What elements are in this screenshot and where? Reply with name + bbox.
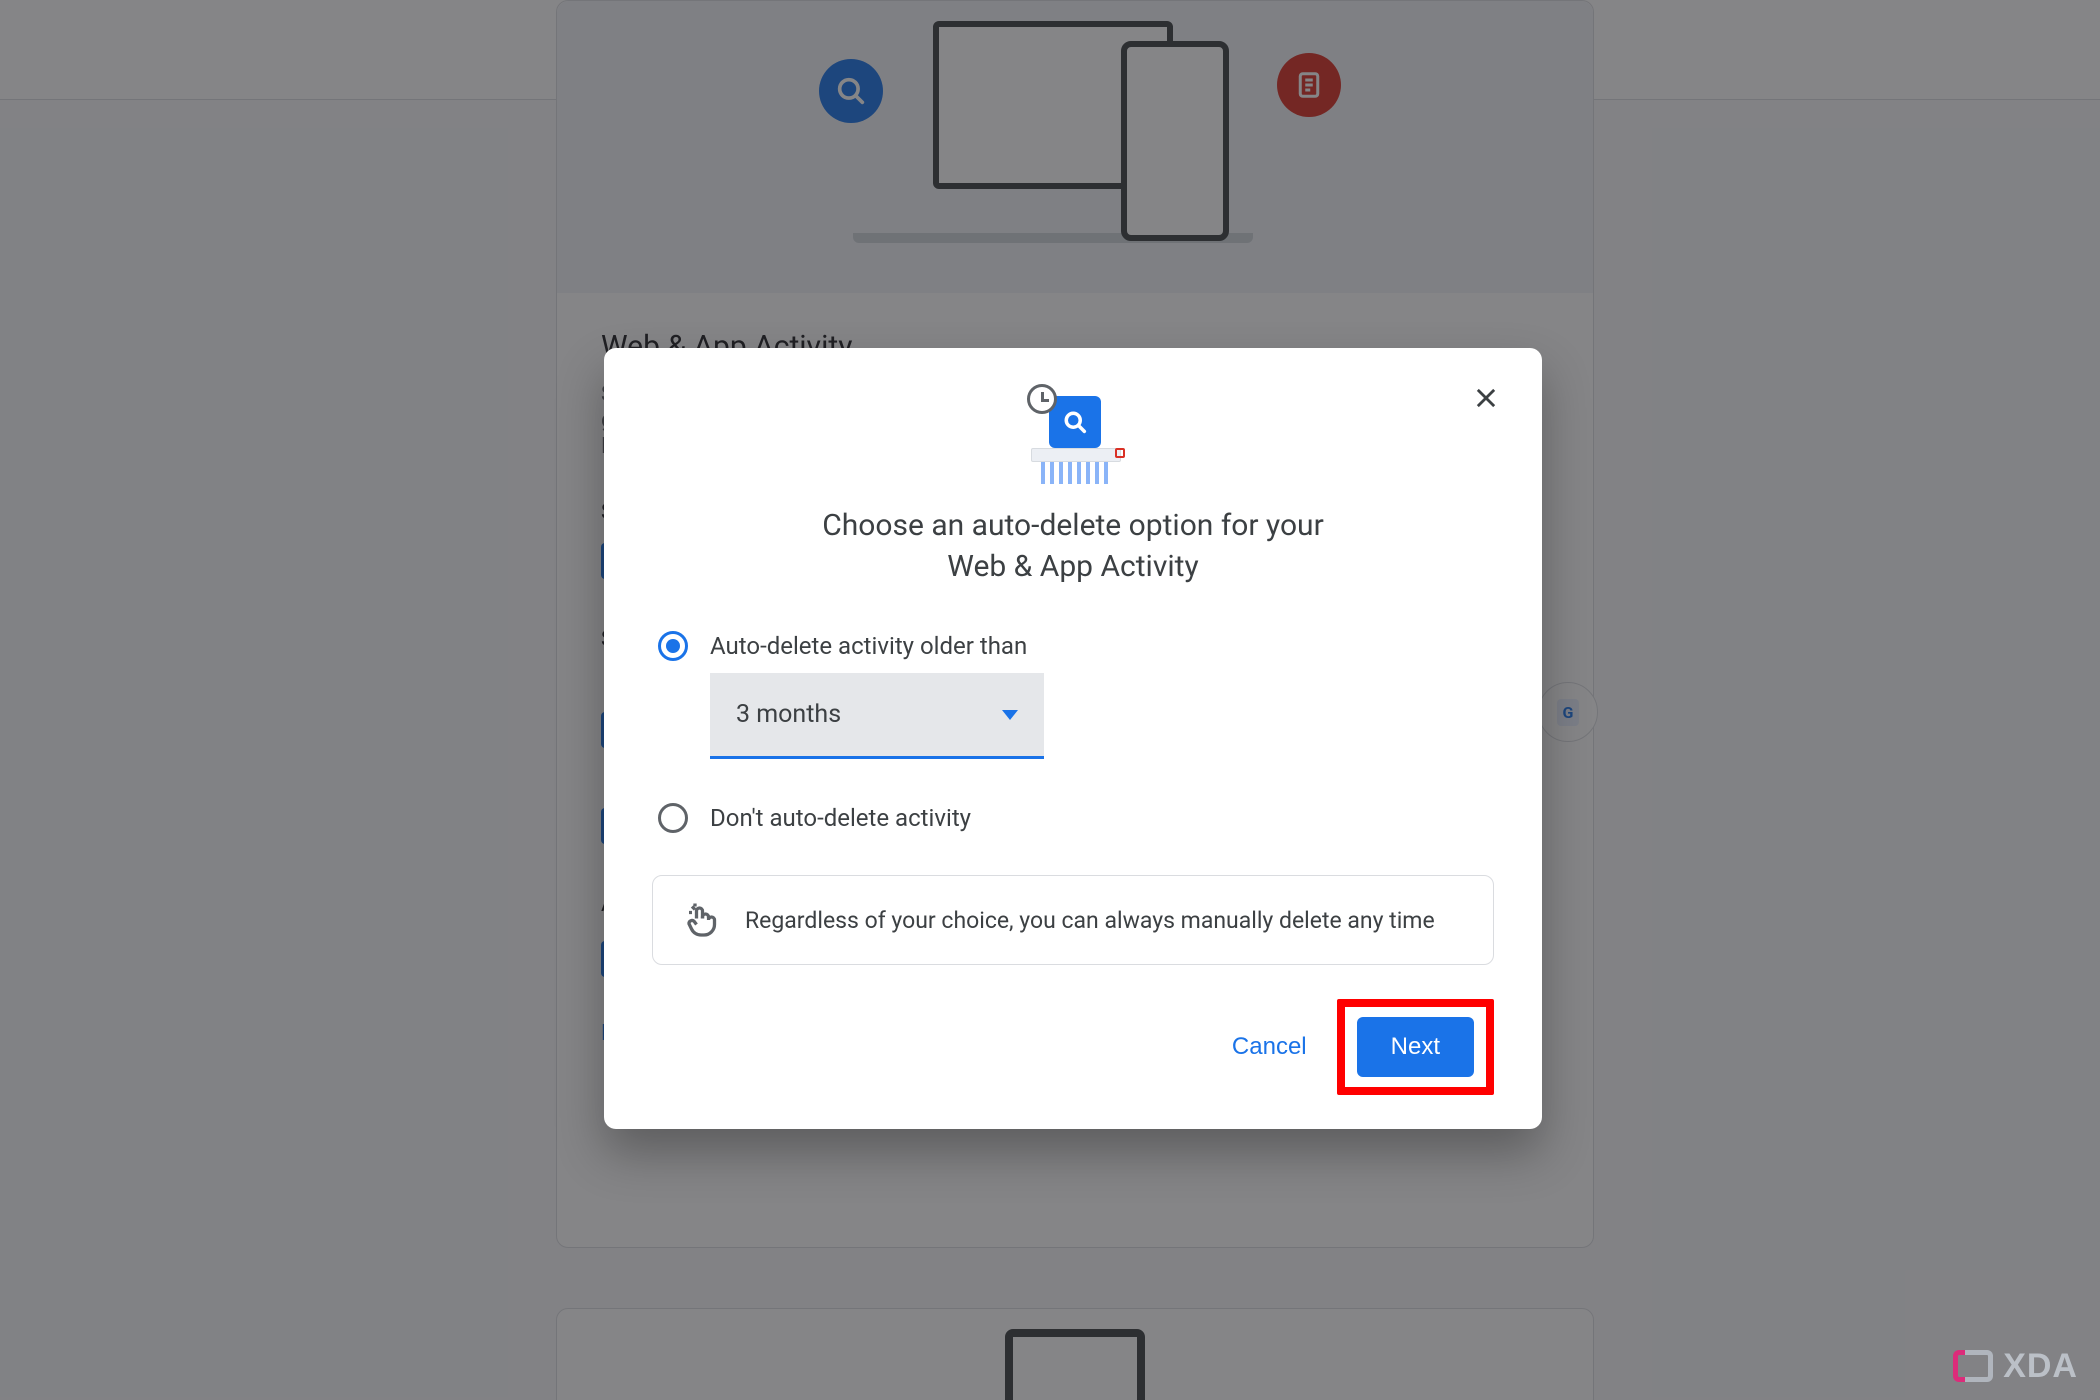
radio-dont-delete-label: Don't auto-delete activity	[710, 804, 971, 832]
hint-box: Regardless of your choice, you can alway…	[652, 875, 1494, 965]
modal-title: Choose an auto-delete option for your We…	[793, 506, 1353, 587]
shredder-icon	[1023, 390, 1123, 482]
chevron-down-icon	[1002, 710, 1018, 720]
cancel-button[interactable]: Cancel	[1212, 1019, 1327, 1075]
period-select-wrap: 3 months	[710, 673, 1488, 759]
close-button[interactable]	[1464, 376, 1508, 420]
period-select-value: 3 months	[736, 700, 841, 729]
modal-actions: Cancel Next	[652, 999, 1494, 1095]
auto-delete-modal: Choose an auto-delete option for your We…	[604, 348, 1542, 1129]
radio-auto-delete-label: Auto-delete activity older than	[710, 632, 1027, 660]
next-button-highlight: Next	[1337, 999, 1494, 1095]
close-icon	[1472, 384, 1500, 412]
period-select[interactable]: 3 months	[710, 673, 1044, 759]
radio-auto-delete[interactable]	[658, 631, 688, 661]
xda-logo-icon	[1953, 1346, 1993, 1386]
xda-text: XDA	[2003, 1347, 2078, 1386]
hint-text: Regardless of your choice, you can alway…	[745, 907, 1435, 934]
options-group: Auto-delete activity older than 3 months…	[652, 631, 1494, 833]
option-dont-delete[interactable]: Don't auto-delete activity	[658, 803, 1488, 833]
tap-icon	[683, 902, 719, 938]
next-button[interactable]: Next	[1357, 1017, 1474, 1077]
option-auto-delete[interactable]: Auto-delete activity older than	[658, 631, 1488, 661]
xda-watermark: XDA	[1953, 1346, 2078, 1386]
radio-dont-delete[interactable]	[658, 803, 688, 833]
